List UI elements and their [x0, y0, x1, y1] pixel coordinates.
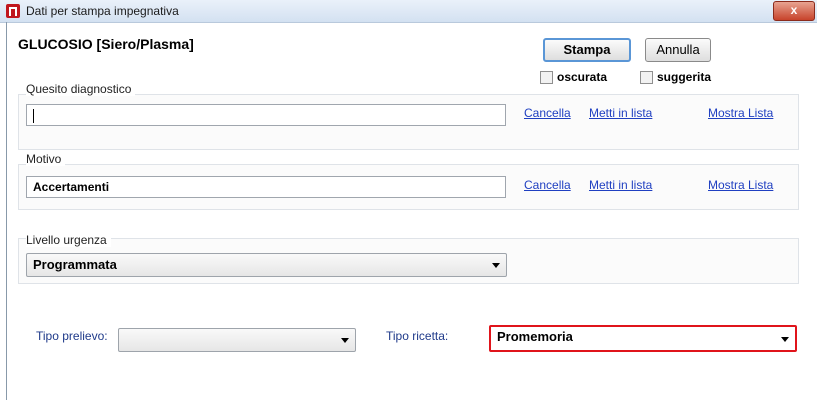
quesito-mostra-lista-link[interactable]: Mostra Lista	[708, 106, 773, 120]
close-button[interactable]: x	[773, 1, 815, 21]
motivo-metti-in-lista-link[interactable]: Metti in lista	[589, 178, 652, 192]
tipo-ricetta-selected-value: Promemoria	[497, 329, 573, 344]
motivo-mostra-lista-link[interactable]: Mostra Lista	[708, 178, 773, 192]
print-button[interactable]: Stampa	[543, 38, 631, 62]
motivo-input[interactable]: Accertamenti	[26, 176, 506, 198]
tipo-ricetta-select[interactable]: Promemoria	[489, 325, 797, 352]
quesito-input[interactable]	[26, 104, 506, 126]
oscurata-checkbox-box[interactable]	[540, 70, 553, 84]
oscurata-label: oscurata	[557, 70, 608, 84]
chevron-down-icon	[781, 337, 789, 342]
oscurata-checkbox[interactable]: oscurata	[540, 70, 607, 84]
quesito-metti-in-lista-link[interactable]: Metti in lista	[589, 106, 652, 120]
urgenza-label: Livello urgenza	[26, 233, 111, 247]
urgenza-select[interactable]: Programmata	[26, 253, 507, 277]
suggerita-checkbox-box[interactable]	[640, 70, 653, 84]
tipo-prelievo-select[interactable]	[118, 328, 356, 352]
suggerita-checkbox[interactable]: suggerita	[640, 70, 711, 84]
urgenza-selected-value: Programmata	[33, 257, 117, 272]
quesito-cancella-link[interactable]: Cancella	[524, 106, 571, 120]
title-bar: Dati per stampa impegnativa x	[0, 0, 817, 23]
window-title: Dati per stampa impegnativa	[26, 4, 179, 18]
quesito-label: Quesito diagnostico	[26, 82, 136, 96]
cancel-button[interactable]: Annulla	[645, 38, 711, 62]
app-logo-icon	[6, 4, 20, 18]
tipo-prelievo-label: Tipo prelievo:	[36, 329, 108, 343]
motivo-cancella-link[interactable]: Cancella	[524, 178, 571, 192]
exam-title: GLUCOSIO [Siero/Plasma]	[18, 36, 194, 52]
tipo-ricetta-label: Tipo ricetta:	[386, 329, 449, 343]
motivo-label: Motivo	[26, 152, 66, 166]
text-caret	[33, 108, 34, 123]
chevron-down-icon	[492, 263, 500, 268]
chevron-down-icon	[341, 338, 349, 343]
suggerita-label: suggerita	[657, 70, 712, 84]
